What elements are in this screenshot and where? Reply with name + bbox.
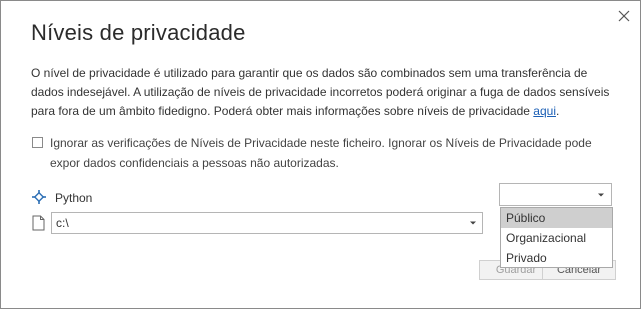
option-publico[interactable]: Público	[501, 208, 612, 228]
ignore-privacy-label: Ignorar as verificações de Níveis de Pri…	[50, 136, 592, 170]
option-organizacional[interactable]: Organizacional	[501, 228, 612, 248]
privacy-level-options: Público Organizacional Privado	[500, 207, 613, 268]
chevron-down-icon	[470, 221, 476, 225]
privacy-level-dropdown[interactable]	[499, 183, 612, 206]
close-icon[interactable]	[615, 7, 633, 25]
privacy-levels-dialog: Níveis de privacidade O nível de privaci…	[0, 0, 641, 309]
source-path-value: c:\	[56, 216, 69, 230]
chevron-down-icon	[598, 193, 604, 197]
python-icon	[32, 190, 46, 204]
option-privado[interactable]: Privado	[501, 248, 612, 268]
file-icon	[32, 215, 45, 231]
learn-more-link[interactable]: aqui	[533, 104, 556, 118]
ignore-privacy-checkbox[interactable]	[32, 137, 43, 148]
description-end: .	[555, 104, 560, 118]
source-path-dropdown[interactable]: c:\	[51, 212, 483, 234]
description-text: O nível de privacidade é utilizado para …	[31, 66, 610, 118]
dialog-description: O nível de privacidade é utilizado para …	[31, 64, 621, 121]
dialog-title: Níveis de privacidade	[31, 20, 246, 45]
source-name: Python	[55, 191, 93, 205]
